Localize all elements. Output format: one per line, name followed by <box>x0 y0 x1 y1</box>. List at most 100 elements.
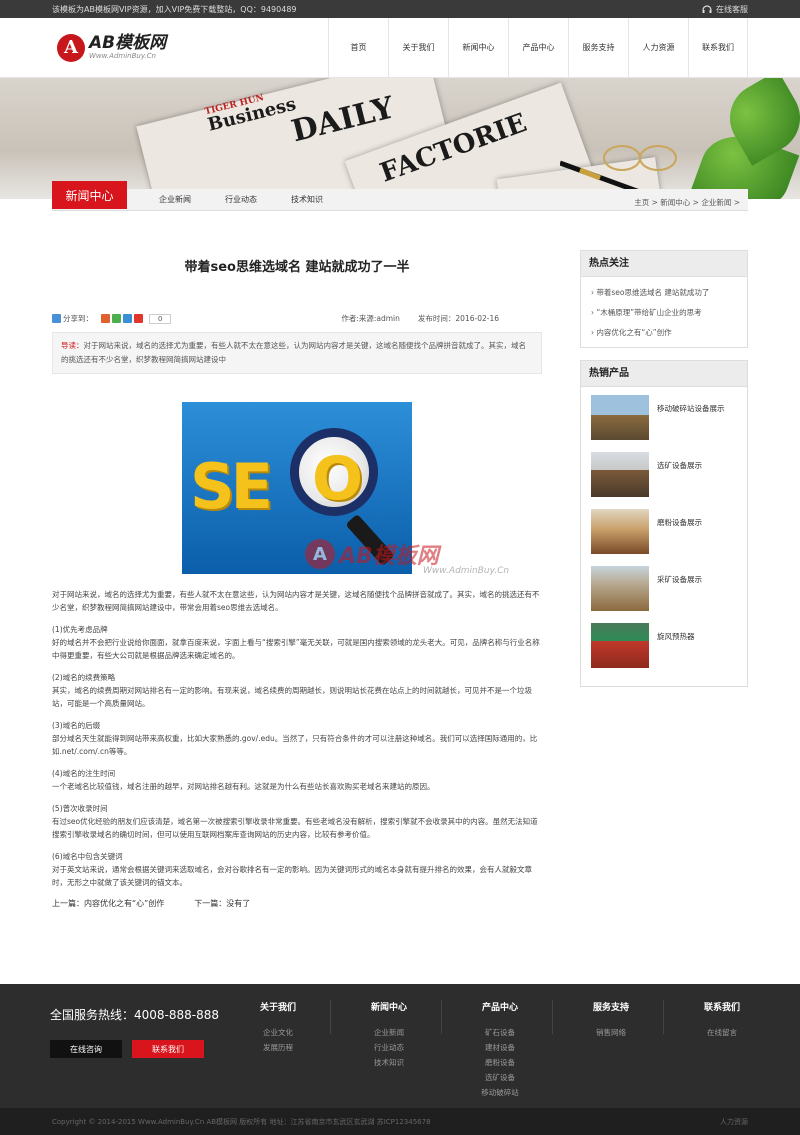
sidebar: 热点关注 › 带着seo思维选域名 建站就成功了 › “木桶原理”带给矿山企业的… <box>580 250 748 699</box>
contact-us-button[interactable]: 联系我们 <box>132 1040 204 1058</box>
nav-about[interactable]: 关于我们 <box>388 17 448 78</box>
main-nav: 首页 关于我们 新闻中心 产品中心 服务支持 人力资源 联系我们 <box>328 17 748 78</box>
watermark: A AB模板网 Www.AdminBuy.Cn <box>305 538 509 576</box>
next-article-link[interactable]: 下一篇：没有了 <box>194 898 250 909</box>
footer-link[interactable]: 磨粉设备 <box>455 1055 545 1070</box>
share-count: 0 <box>149 313 172 324</box>
product-item[interactable]: 选矿设备展示 <box>591 452 739 509</box>
breadcrumb[interactable]: 主页 > 新闻中心 > 企业新闻 > <box>634 197 740 208</box>
paragraph-heading: (1)优先考虑品牌 <box>52 625 108 634</box>
share-label: 分享到： <box>63 314 93 323</box>
logo-brand: AB模板网 <box>89 33 167 53</box>
summary-text: 对于网站来说，域名的选择尤为重要，有些人就不太在意这些，认为网站内容才是关键，这… <box>61 341 526 364</box>
prev-next-nav: 上一篇：内容优化之有“心”创作 下一篇：没有了 <box>52 898 542 909</box>
prev-article-link[interactable]: 上一篇：内容优化之有“心”创作 <box>52 898 164 909</box>
article-summary: 导读：对于网站来说，域名的选择尤为重要，有些人就不太在意这些，认为网站内容才是关… <box>52 332 542 374</box>
site-footer: 全国服务热线：4008-888-888 在线咨询 联系我们 关于我们 企业文化 … <box>0 984 800 1108</box>
seo-image-letters: SE <box>190 450 273 523</box>
paragraph-heading: (2)域名的续费策略 <box>52 673 116 682</box>
article: 带着seo思维选域名 建站就成功了一半 分享到： 0 作者:来源:admin 发… <box>52 248 542 909</box>
hot-topic-label: “木桶原理”带给矿山企业的思考 <box>596 308 702 317</box>
nav-home[interactable]: 首页 <box>328 17 388 78</box>
hot-topic-item[interactable]: › 带着seo思维选域名 建站就成功了 <box>591 283 739 303</box>
product-item[interactable]: 移动破碎站设备展示 <box>591 395 739 452</box>
share-qzone-icon[interactable] <box>101 314 110 323</box>
product-thumbnail <box>591 452 649 497</box>
paragraph-text: 有过seo优化经验的朋友们应该清楚，域名第一次被搜索引擎收录非常重要。有些老域名… <box>52 817 538 839</box>
footer-link[interactable]: 行业动态 <box>344 1040 434 1055</box>
share-tqq-icon[interactable] <box>123 314 132 323</box>
footer-link[interactable]: 企业新闻 <box>344 1025 434 1040</box>
copyright-right-link[interactable]: 人力资源 <box>720 1117 748 1127</box>
subnav-industry-news[interactable]: 行业动态 <box>208 194 274 205</box>
footer-link[interactable]: 发展历程 <box>233 1040 323 1055</box>
footer-col-news: 新闻中心 企业新闻 行业动态 技术知识 <box>344 1000 434 1070</box>
site-logo[interactable]: A AB模板网 Www.AdminBuy.Cn <box>57 33 167 62</box>
nav-products[interactable]: 产品中心 <box>508 17 568 78</box>
footer-col-title: 服务支持 <box>592 1003 629 1013</box>
footer-col-about: 关于我们 企业文化 发展历程 <box>233 1000 323 1055</box>
footer-link[interactable]: 销售网络 <box>566 1025 656 1040</box>
watermark-mark: A <box>305 539 335 569</box>
product-thumbnail <box>591 623 649 668</box>
product-name: 选矿设备展示 <box>657 461 702 470</box>
footer-link[interactable]: 矿石设备 <box>455 1025 545 1040</box>
share-plus-icon[interactable] <box>52 314 61 323</box>
subnav-links: 企业新闻 行业动态 技术知识 <box>142 194 340 205</box>
hot-topic-label: 带着seo思维选域名 建站就成功了 <box>596 288 710 297</box>
logo-mark: A <box>57 33 85 62</box>
summary-label: 导读： <box>61 341 84 350</box>
top-notice: 该模板为AB模板网VIP资源，加入VIP免费下载整站，QQ：9490489 <box>52 4 297 14</box>
paragraph-text: 部分域名天生就能得到网站带来高权重，比如大家熟悉的.gov/.edu。当然了，只… <box>52 734 538 756</box>
paragraph-heading: (3)域名的后缀 <box>52 721 101 730</box>
paragraph-text: 一个老域名比较值钱，域名注册的越早，对网站排名越有利。这就是为什么有些站长喜欢购… <box>52 782 435 791</box>
article-body: 对于网站来说，域名的选择尤为重要，有些人就不太在意这些，认为网站内容才是关键，这… <box>52 588 542 889</box>
product-thumbnail <box>591 566 649 611</box>
footer-col-contact: 联系我们 在线留言 <box>677 1000 767 1040</box>
article-meta: 分享到： 0 作者:来源:admin 发布时间：2016-02-16 <box>52 313 542 324</box>
subnav-company-news[interactable]: 企业新闻 <box>142 194 208 205</box>
banner-headline-daily: DAILY <box>288 90 398 150</box>
product-item[interactable]: 采矿设备展示 <box>591 566 739 623</box>
footer-link[interactable]: 在线留言 <box>677 1025 767 1040</box>
logo-url: Www.AdminBuy.Cn <box>89 52 156 60</box>
paragraph-intro: 对于网站来说，域名的选择尤为重要，有些人就不太在意这些，认为网站内容才是关键，这… <box>52 590 540 612</box>
footer-col-title: 关于我们 <box>259 1003 296 1013</box>
product-name: 磨粉设备展示 <box>657 518 702 527</box>
footer-link[interactable]: 企业文化 <box>233 1025 323 1040</box>
footer-link[interactable]: 移动破碎站 <box>455 1085 545 1100</box>
online-service-link[interactable]: 在线客服 <box>702 4 748 15</box>
hot-products-box: 热销产品 移动破碎站设备展示 选矿设备展示 磨粉设备展示 采矿设备展示 旋风预热… <box>580 360 748 687</box>
copyright-bar: Copyright © 2014-2015 Www.AdminBuy.Cn AB… <box>0 1108 800 1135</box>
article-date: 发布时间：2016-02-16 <box>417 314 499 323</box>
product-thumbnail <box>591 509 649 554</box>
headset-icon <box>702 4 712 13</box>
product-item[interactable]: 旋风预热器 <box>591 623 739 680</box>
hot-topic-item[interactable]: › “木桶原理”带给矿山企业的思考 <box>591 303 739 323</box>
hot-topic-label: 内容优化之有“心”创作 <box>596 328 672 337</box>
top-bar: 该模板为AB模板网VIP资源，加入VIP免费下载整站，QQ：9490489 在线… <box>0 0 800 18</box>
nav-news[interactable]: 新闻中心 <box>448 17 508 78</box>
footer-link[interactable]: 建材设备 <box>455 1040 545 1055</box>
online-consult-button[interactable]: 在线咨询 <box>50 1040 122 1058</box>
article-title: 带着seo思维选域名 建站就成功了一半 <box>184 260 410 275</box>
product-item[interactable]: 磨粉设备展示 <box>591 509 739 566</box>
sub-nav: 新闻中心 企业新闻 行业动态 技术知识 主页 > 新闻中心 > 企业新闻 > <box>0 181 800 211</box>
paragraph-text: 其实，域名的续费周期对网站排名有一定的影响。有现来说，域名续费的周期越长，则说明… <box>52 686 532 708</box>
share-weibo-icon[interactable] <box>134 314 143 323</box>
nav-support[interactable]: 服务支持 <box>568 17 628 78</box>
footer-col-title: 联系我们 <box>703 1003 740 1013</box>
glasses-icon <box>603 145 677 171</box>
watermark-url: Www.AdminBuy.Cn <box>423 566 510 576</box>
paragraph-heading: (6)域名中包含关键词 <box>52 852 123 861</box>
footer-link[interactable]: 选矿设备 <box>455 1070 545 1085</box>
share-wechat-icon[interactable] <box>112 314 121 323</box>
footer-link[interactable]: 技术知识 <box>344 1055 434 1070</box>
nav-hr[interactable]: 人力资源 <box>628 17 688 78</box>
subnav-tech-knowledge[interactable]: 技术知识 <box>274 194 340 205</box>
footer-col-support: 服务支持 销售网络 <box>566 1000 656 1040</box>
article-author: 作者:来源:admin <box>341 314 400 323</box>
hot-topics-box: 热点关注 › 带着seo思维选域名 建站就成功了 › “木桶原理”带给矿山企业的… <box>580 250 748 348</box>
hot-topic-item[interactable]: › 内容优化之有“心”创作 <box>591 323 739 343</box>
nav-contact[interactable]: 联系我们 <box>688 17 748 78</box>
